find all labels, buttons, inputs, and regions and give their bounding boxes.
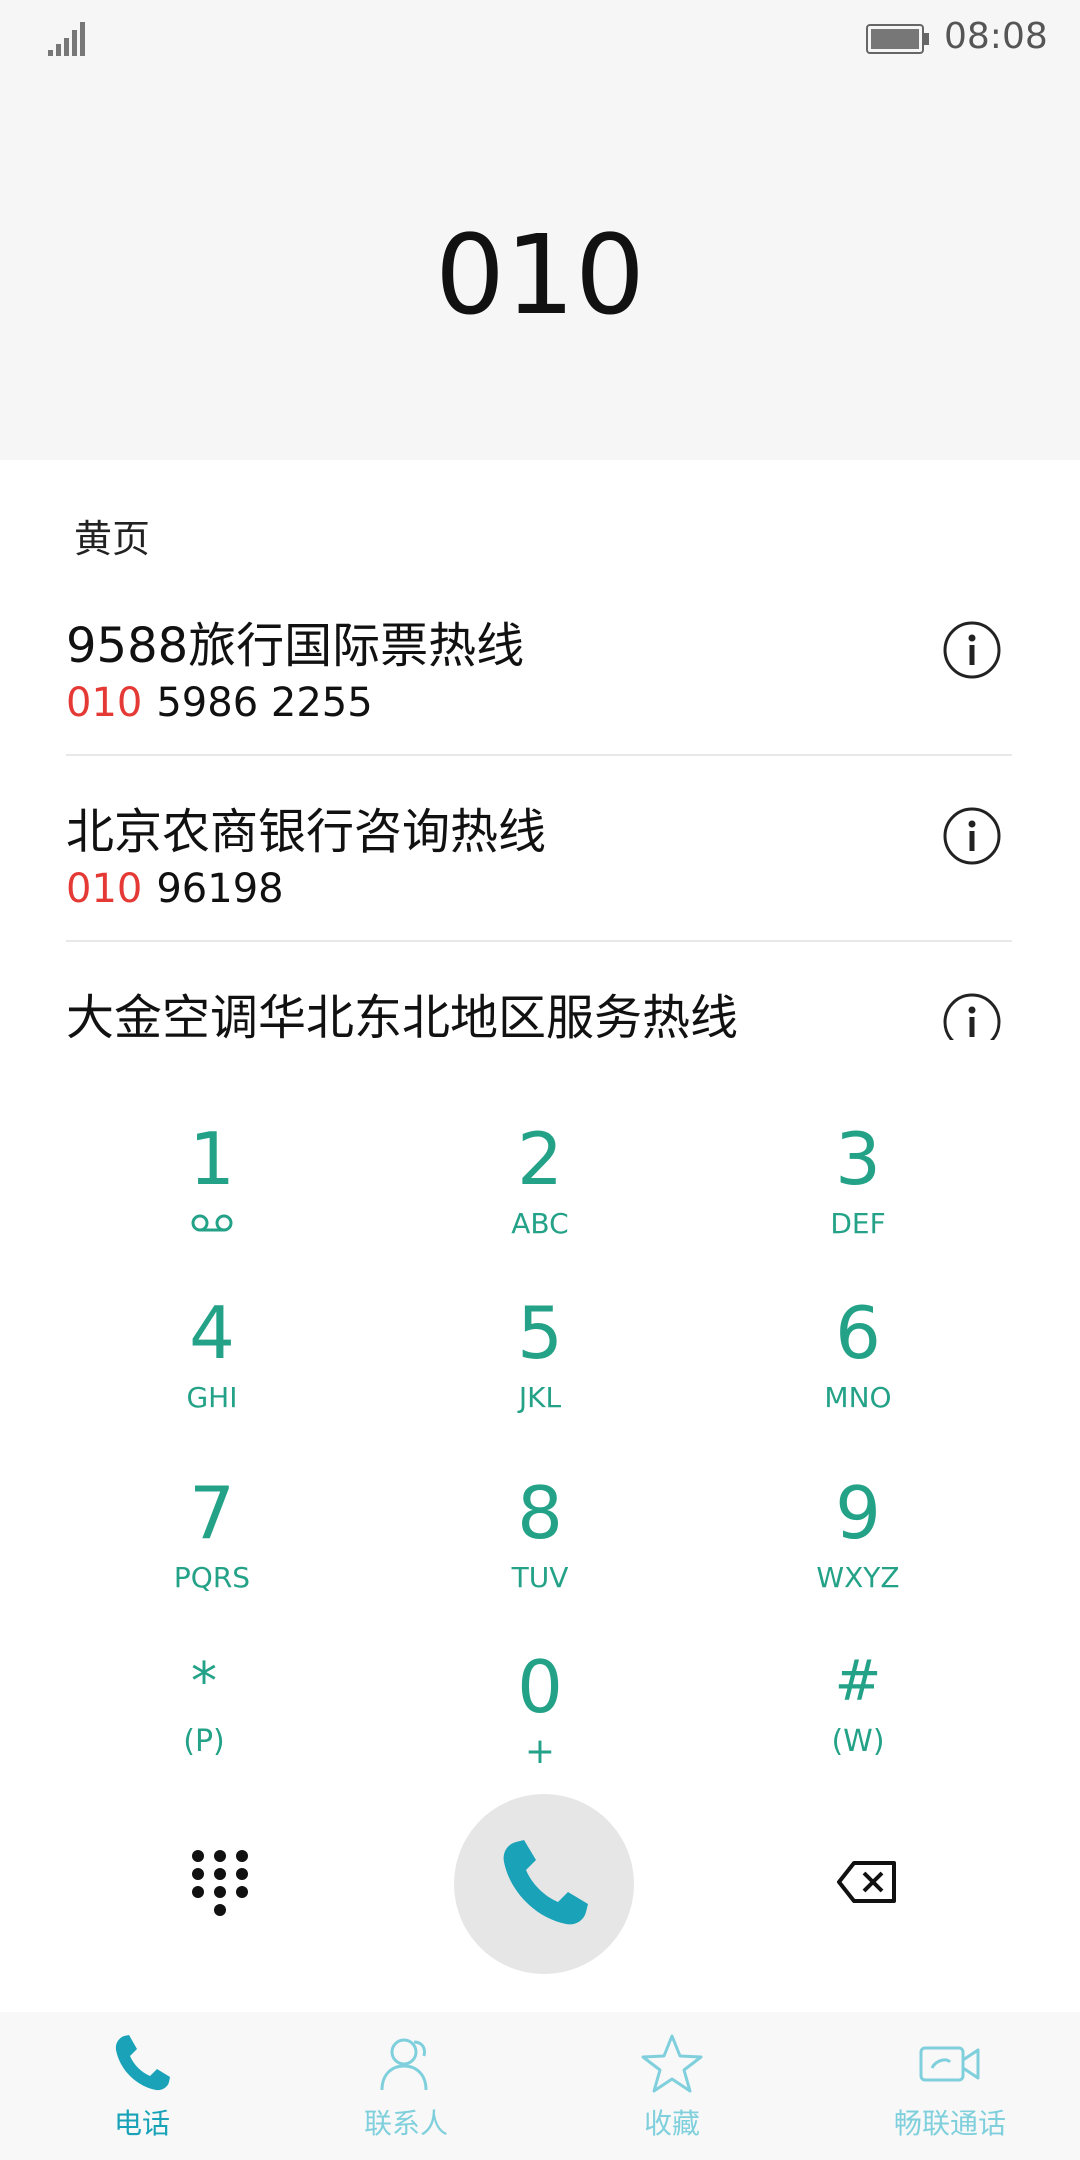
tab-label: 联系人	[363, 2107, 448, 2140]
key-letters: (P)	[183, 1724, 225, 1759]
keypad-toggle-icon[interactable]	[190, 1848, 250, 1918]
info-icon[interactable]	[942, 992, 1002, 1040]
signal-icon	[48, 22, 85, 56]
dialer-header: 08:08 010	[0, 0, 1080, 460]
key-digit: *	[191, 1652, 217, 1712]
contact-name: 北京农商银行咨询热线	[66, 804, 547, 860]
key-letters: PQRS	[173, 1561, 251, 1594]
status-time: 08:08	[944, 16, 1048, 57]
key-6[interactable]: 6 MNO	[708, 1288, 1008, 1458]
key-digit: 5	[517, 1291, 563, 1375]
key-letters: DEF	[830, 1207, 886, 1240]
key-hash[interactable]: # (W)	[708, 1642, 1008, 1812]
key-letters: MNO	[824, 1381, 892, 1414]
info-icon[interactable]	[942, 620, 1002, 680]
number-prefix: 010	[66, 866, 143, 912]
key-4[interactable]: 4 GHI	[62, 1288, 362, 1458]
call-button[interactable]	[454, 1794, 634, 1974]
contacts-icon	[380, 2038, 428, 2091]
key-8[interactable]: 8 TUV	[390, 1468, 690, 1638]
dial-keypad: 1 2 ABC 3 DEF 4 GHI 5 JKL 6 MNO 7 PQRS 8…	[0, 1080, 1080, 1780]
voicemail-icon	[191, 1214, 233, 1232]
key-0[interactable]: 0 +	[390, 1642, 690, 1812]
tab-label: 畅联通话	[893, 2107, 1006, 2140]
dialer-actions	[0, 1790, 1080, 1980]
key-2[interactable]: 2 ABC	[390, 1114, 690, 1284]
number-rest: 96198	[156, 866, 284, 912]
tab-contacts[interactable]: 联系人	[296, 2012, 516, 2160]
key-5[interactable]: 5 JKL	[390, 1288, 690, 1458]
video-call-icon	[919, 2046, 980, 2082]
key-letters: +	[524, 1731, 556, 1772]
key-7[interactable]: 7 PQRS	[62, 1468, 362, 1638]
tab-phone[interactable]: 电话	[32, 2012, 252, 2160]
list-item[interactable]: 9588旅行国际票热线 010 5986 2255	[66, 570, 1012, 756]
section-title: 黄页	[74, 517, 151, 561]
key-digit: 7	[189, 1471, 235, 1555]
contact-name: 大金空调华北东北地区服务热线	[66, 990, 739, 1040]
info-icon[interactable]	[942, 806, 1002, 866]
key-digit: 4	[189, 1291, 235, 1375]
contact-name: 9588旅行国际票热线	[66, 618, 525, 674]
bottom-nav: 电话 联系人 收藏 畅联通话	[0, 2012, 1080, 2160]
key-digit: 1	[189, 1117, 235, 1201]
yellow-pages-list: 黄页 9588旅行国际票热线 010 5986 2255 北京农商银行咨询热线 0…	[0, 460, 1080, 1040]
tab-label: 收藏	[643, 2107, 700, 2140]
number-rest: 5986 2255	[156, 680, 373, 726]
star-icon	[641, 2034, 703, 2093]
key-digit: 6	[835, 1291, 881, 1375]
phone-icon	[503, 1840, 588, 1925]
key-digit: #	[834, 1649, 882, 1714]
key-digit: 8	[517, 1471, 563, 1555]
battery-icon	[866, 24, 929, 54]
tab-video-call[interactable]: 畅联通话	[840, 2012, 1060, 2160]
key-letters: WXYZ	[816, 1561, 900, 1594]
key-9[interactable]: 9 WXYZ	[708, 1468, 1008, 1638]
key-letters: JKL	[518, 1381, 562, 1414]
key-digit: 2	[517, 1117, 563, 1201]
list-item[interactable]: 北京农商银行咨询热线 010 96198	[66, 756, 1012, 942]
key-letters: (W)	[831, 1724, 885, 1759]
number-prefix: 010	[66, 680, 143, 726]
key-1[interactable]: 1	[62, 1114, 362, 1284]
contact-number: 010 96198	[66, 866, 284, 912]
phone-icon	[115, 2035, 170, 2091]
dialed-number[interactable]: 010	[0, 210, 1080, 340]
key-letters: TUV	[511, 1561, 569, 1594]
contact-number: 010 5986 2255	[66, 680, 373, 726]
key-letters: GHI	[186, 1381, 238, 1414]
key-digit: 0	[517, 1645, 563, 1729]
key-star[interactable]: * (P)	[54, 1642, 354, 1812]
key-letters: ABC	[511, 1207, 569, 1240]
key-3[interactable]: 3 DEF	[708, 1114, 1008, 1284]
tab-favorites[interactable]: 收藏	[562, 2012, 782, 2160]
key-digit: 3	[835, 1117, 881, 1201]
backspace-icon[interactable]	[836, 1860, 898, 1904]
key-digit: 9	[835, 1471, 881, 1555]
list-item[interactable]: 大金空调华北东北地区服务热线	[66, 942, 1012, 1040]
tab-label: 电话	[113, 2107, 170, 2140]
